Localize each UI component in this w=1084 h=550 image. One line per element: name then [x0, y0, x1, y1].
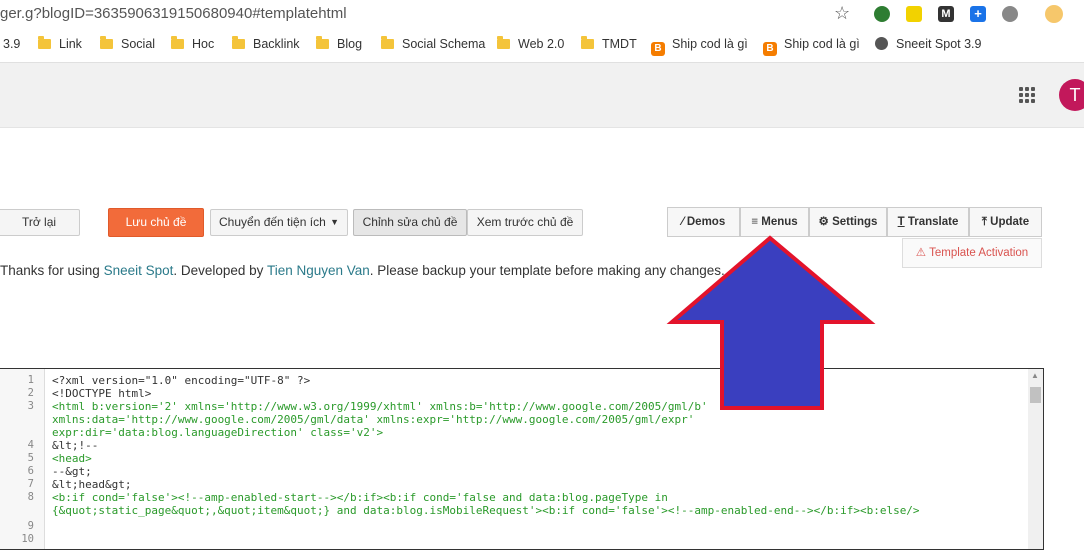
warning-icon: ⚠ [915, 247, 927, 259]
author-link[interactable]: Tien Nguyen Van [267, 263, 370, 278]
avatar[interactable]: T [1059, 79, 1084, 111]
folder-icon [232, 36, 245, 49]
jump-to-widget-dropdown[interactable]: Chuyển đến tiện ích ▼ [210, 209, 348, 236]
folder-icon [381, 36, 394, 49]
sneeit-spot-link[interactable]: Sneeit Spot [104, 263, 174, 278]
apps-grid-icon[interactable] [1019, 87, 1035, 103]
globe-icon [875, 37, 888, 50]
extension-gear-icon[interactable] [1002, 6, 1018, 22]
folder-icon [581, 36, 594, 49]
save-template-button[interactable]: Lưu chủ đề [108, 208, 204, 237]
update-label: Update [990, 216, 1030, 228]
bookmark-item[interactable]: Backlink [232, 36, 300, 51]
translate-label: Translate [907, 216, 959, 228]
url-text[interactable]: ger.g?blogID=3635906319150680940#templat… [0, 5, 347, 22]
template-activation-button[interactable]: ⚠ Template Activation [902, 238, 1042, 268]
code-line[interactable]: <b:if cond='false'><!--amp-enabled-start… [52, 491, 668, 504]
bookmark-item[interactable]: Social Schema [381, 36, 485, 51]
update-button[interactable]: ⤒ Update [969, 207, 1042, 237]
code-line[interactable]: &lt;!-- [52, 439, 98, 452]
extension-plus-icon[interactable]: + [970, 6, 986, 22]
scroll-up-icon[interactable]: ▲ [1031, 371, 1039, 380]
folder-icon [497, 36, 510, 49]
star-icon[interactable]: ☆ [834, 3, 850, 24]
bookmark-item[interactable]: Web 2.0 [497, 36, 564, 51]
code-line[interactable]: &lt;head&gt; [52, 478, 131, 491]
extension-m-icon[interactable]: M [938, 6, 954, 22]
text-icon: T [897, 216, 905, 228]
editor-scrollbar[interactable]: ▲ [1028, 369, 1043, 549]
code-editor[interactable]: 1 2 3 4 5 6 7 8 9 10 <?xml version="1.0"… [0, 368, 1044, 550]
extension-globe-icon[interactable] [874, 6, 890, 22]
code-line[interactable]: xmlns:data='http://www.google.com/2005/g… [52, 413, 694, 426]
code-line[interactable]: {&quot;static_page&quot;,&quot;item&quot… [52, 504, 920, 517]
menus-button[interactable]: ≡ Menus [740, 207, 809, 237]
upload-icon: ⤒ [981, 216, 987, 228]
folder-icon [100, 36, 113, 49]
folder-icon [316, 36, 329, 49]
line-number-gutter: 1 2 3 4 5 6 7 8 9 10 [0, 369, 45, 549]
blogger-header [0, 63, 1084, 128]
menu-icon: ≡ [751, 216, 759, 228]
address-bar[interactable]: ger.g?blogID=3635906319150680940#templat… [0, 0, 1084, 29]
bookmark-item[interactable]: Link [38, 36, 82, 51]
translate-button[interactable]: T Translate [887, 207, 969, 237]
code-line[interactable]: <head> [52, 452, 92, 465]
edit-template-button[interactable]: Chỉnh sửa chủ đề [353, 209, 467, 236]
bookmark-item[interactable]: Sneeit Spot 3.9 [875, 37, 981, 51]
extension-note-icon[interactable] [906, 6, 922, 22]
bookmark-item[interactable]: Social [100, 36, 155, 51]
line-number: 6 [27, 465, 34, 477]
folder-icon [171, 36, 184, 49]
back-button[interactable]: Trở lại [0, 209, 80, 236]
code-line[interactable]: --&gt; [52, 465, 92, 478]
line-number: 2 [27, 387, 34, 399]
line-number: 10 [21, 533, 34, 545]
bookmark-item[interactable]: Blog [316, 36, 362, 51]
activation-label: Template Activation [929, 247, 1029, 259]
code-line[interactable]: <html b:version='2' xmlns='http://www.w3… [52, 400, 708, 413]
line-number: 1 [27, 374, 34, 386]
settings-button[interactable]: ⚙ Settings [809, 207, 887, 237]
jump-to-widget-label: Chuyển đến tiện ích [219, 215, 326, 229]
settings-label: Settings [832, 216, 878, 228]
demos-label: Demos [686, 216, 726, 228]
bookmarks-bar: 3.9 Link Social Hoc Backlink Blog Social… [0, 29, 1084, 63]
blogger-icon: B [651, 42, 665, 56]
magic-wand-icon: ⁄ [681, 216, 684, 228]
notice-text: Thanks for using [0, 263, 104, 278]
bookmark-item[interactable]: B Ship cod là gì [763, 37, 860, 56]
line-number: 3 [27, 400, 34, 412]
blogger-icon: B [763, 42, 777, 56]
bookmark-item[interactable]: 3.9 [3, 37, 20, 51]
menus-label: Menus [761, 216, 798, 228]
notice-text: . Developed by [173, 263, 267, 278]
code-line[interactable]: <!DOCTYPE html> [52, 387, 151, 400]
bookmark-item[interactable]: Hoc [171, 36, 214, 51]
line-number: 4 [27, 439, 34, 451]
demos-button[interactable]: ⁄ Demos [667, 207, 740, 237]
scrollbar-thumb[interactable] [1030, 387, 1041, 403]
preview-template-button[interactable]: Xem trước chủ đề [467, 209, 583, 236]
bookmark-item[interactable]: TMDT [581, 36, 637, 51]
gear-icon: ⚙ [818, 216, 829, 228]
folder-icon [38, 36, 51, 49]
line-number: 8 [27, 491, 34, 503]
code-line[interactable]: expr:dir='data:blog.languageDirection' c… [52, 426, 383, 439]
line-number: 5 [27, 452, 34, 464]
bookmark-item[interactable]: B Ship cod là gì [651, 37, 748, 56]
code-line[interactable]: <?xml version="1.0" encoding="UTF-8" ?> [52, 374, 310, 387]
line-number: 7 [27, 478, 34, 490]
caret-down-icon: ▼ [330, 217, 339, 227]
sneeit-notice: Thanks for using Sneeit Spot. Developed … [0, 263, 725, 278]
line-number: 9 [27, 520, 34, 532]
profile-emoji-icon[interactable] [1045, 5, 1063, 23]
notice-text: . Please backup your template before mak… [369, 263, 725, 278]
